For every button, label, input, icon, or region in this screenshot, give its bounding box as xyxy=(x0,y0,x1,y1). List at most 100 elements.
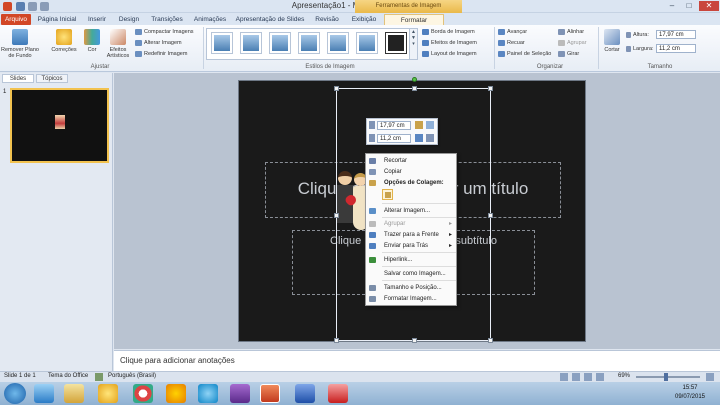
style-mini-icon[interactable] xyxy=(426,121,434,129)
language[interactable]: Português (Brasil) xyxy=(108,373,156,379)
color-icon[interactable] xyxy=(84,29,100,45)
align-button[interactable]: Alinhar xyxy=(558,28,584,36)
resize-handle-ne[interactable] xyxy=(488,86,493,91)
position-mini-icon[interactable] xyxy=(415,134,423,142)
rotate-button[interactable]: Girar xyxy=(558,50,579,58)
menu-item-recortar[interactable]: Recortar xyxy=(366,156,456,166)
gallery-scroll[interactable]: ▲ ▼ ▾ xyxy=(409,29,417,59)
menu-item-tamanho-posicao[interactable]: Tamanho e Posição... xyxy=(366,283,456,293)
rotation-handle[interactable] xyxy=(412,77,417,82)
resize-handle-w[interactable] xyxy=(334,213,339,218)
corrections-icon[interactable] xyxy=(56,29,72,45)
change-picture-button[interactable]: Alterar Imagem xyxy=(135,39,182,47)
reset-picture-button[interactable]: Redefinir Imagem xyxy=(135,50,187,58)
remove-background-button[interactable]: Remover Plano de Fundo xyxy=(0,47,40,59)
tab-apresentacao[interactable]: Apresentação de Slides xyxy=(233,14,307,25)
selection-pane-button[interactable]: Painel de Seleção xyxy=(498,50,551,58)
explorer-icon[interactable] xyxy=(64,384,84,403)
clock-date[interactable]: 09/07/2015 xyxy=(662,394,718,400)
picture-style-3[interactable] xyxy=(269,32,291,54)
bring-forward-button[interactable]: Avançar xyxy=(498,28,527,36)
start-button[interactable] xyxy=(4,383,26,404)
close-button[interactable]: ✕ xyxy=(699,1,719,11)
tab-slides[interactable]: Slides xyxy=(2,74,34,83)
resize-handle-sw[interactable] xyxy=(334,338,339,343)
sorter-view-icon[interactable] xyxy=(572,373,580,381)
height-input[interactable]: 17,97 cm xyxy=(656,30,696,39)
tab-arquivo[interactable]: Arquivo xyxy=(1,14,31,25)
minimize-button[interactable]: – xyxy=(664,1,680,11)
tab-animacoes[interactable]: Animações xyxy=(190,14,230,25)
powerpoint-taskbar-icon[interactable] xyxy=(260,384,280,403)
maximize-button[interactable]: □ xyxy=(681,1,697,11)
tab-topicos[interactable]: Tópicos xyxy=(36,74,68,83)
chrome-icon[interactable] xyxy=(133,384,153,403)
picture-style-5[interactable] xyxy=(327,32,349,54)
fit-to-window-icon[interactable] xyxy=(706,373,714,381)
redo-icon[interactable] xyxy=(40,2,49,11)
tab-exibicao[interactable]: Exibição xyxy=(347,14,381,25)
clock-time[interactable]: 15:57 xyxy=(662,385,718,391)
slideshow-view-icon[interactable] xyxy=(596,373,604,381)
tab-design[interactable]: Design xyxy=(114,14,144,25)
slide-thumbnail[interactable] xyxy=(10,88,109,163)
send-backward-button[interactable]: Recuar xyxy=(498,39,525,47)
firefox-icon[interactable] xyxy=(166,384,186,403)
artistic-effects-icon[interactable] xyxy=(110,29,126,45)
resize-handle-n[interactable] xyxy=(412,86,417,91)
normal-view-icon[interactable] xyxy=(560,373,568,381)
tab-formatar[interactable]: Formatar xyxy=(384,14,444,25)
menu-item-salvar-imagem[interactable]: Salvar como Imagem... xyxy=(366,269,456,279)
menu-item-trazer-frente[interactable]: Trazer para a Frente ▸ xyxy=(366,230,456,240)
picture-layout-button[interactable]: Layout de Imagem xyxy=(422,50,477,58)
undo-icon[interactable] xyxy=(28,2,37,11)
resize-handle-e[interactable] xyxy=(488,213,493,218)
acrobat-taskbar-icon[interactable] xyxy=(328,384,348,403)
crop-icon[interactable] xyxy=(604,29,620,45)
resize-handle-s[interactable] xyxy=(412,338,417,343)
crop-mini-icon[interactable] xyxy=(415,121,423,129)
picture-style-6[interactable] xyxy=(356,32,378,54)
picture-styles-gallery[interactable]: ▲ ▼ ▾ xyxy=(206,28,418,60)
picture-style-2[interactable] xyxy=(240,32,262,54)
tab-pagina-inicial[interactable]: Página Inicial xyxy=(34,14,80,25)
mini-height-input[interactable]: 17,97 cm xyxy=(377,121,411,130)
picture-style-4[interactable] xyxy=(298,32,320,54)
tab-inserir[interactable]: Inserir xyxy=(83,14,111,25)
picture-border-button[interactable]: Borda de Imagem xyxy=(422,28,475,36)
picture-style-7[interactable] xyxy=(385,32,407,54)
ie-icon[interactable] xyxy=(34,384,54,403)
tab-transicoes[interactable]: Transições xyxy=(147,14,187,25)
menu-item-enviar-tras[interactable]: Enviar para Trás ▸ xyxy=(366,241,456,251)
crop-button[interactable]: Cortar xyxy=(600,47,624,53)
rotate-mini-icon[interactable] xyxy=(426,134,434,142)
skype-icon[interactable] xyxy=(198,384,218,403)
color-button[interactable]: Cor xyxy=(80,47,104,53)
resize-handle-se[interactable] xyxy=(488,338,493,343)
word-taskbar-icon[interactable] xyxy=(295,384,315,403)
save-icon[interactable] xyxy=(16,2,25,11)
menu-item-alterar-imagem[interactable]: Alterar Imagem... xyxy=(366,206,456,216)
menu-item-copiar[interactable]: Copiar xyxy=(366,167,456,177)
menu-item-formatar-imagem[interactable]: Formatar Imagem... xyxy=(366,294,456,304)
menu-item-hiperlink[interactable]: Hiperlink... xyxy=(366,255,456,265)
paste-option-button[interactable] xyxy=(382,189,393,200)
app-icon[interactable] xyxy=(230,384,250,403)
reading-view-icon[interactable] xyxy=(584,373,592,381)
zoom-level[interactable]: 69% xyxy=(618,373,630,379)
zoom-slider[interactable] xyxy=(636,373,700,381)
media-icon[interactable] xyxy=(98,384,118,403)
notes-pane[interactable]: Clique para adicionar anotações xyxy=(114,350,720,371)
artistic-effects-button[interactable]: Efeitos Artísticos xyxy=(104,47,132,59)
remove-background-icon[interactable] xyxy=(12,29,28,45)
picture-effects-button[interactable]: Efeitos de Imagem xyxy=(422,39,477,47)
compress-pictures-button[interactable]: Compactar Imagens xyxy=(135,28,194,36)
picture-style-1[interactable] xyxy=(211,32,233,54)
spellcheck-icon[interactable] xyxy=(95,373,103,381)
group-button[interactable]: Agrupar xyxy=(558,39,587,47)
mini-width-input[interactable]: 11,2 cm xyxy=(377,134,411,143)
resize-handle-nw[interactable] xyxy=(334,86,339,91)
zoom-slider-thumb[interactable] xyxy=(664,373,668,381)
tab-revisao[interactable]: Revisão xyxy=(310,14,344,25)
corrections-button[interactable]: Correções xyxy=(46,47,82,53)
